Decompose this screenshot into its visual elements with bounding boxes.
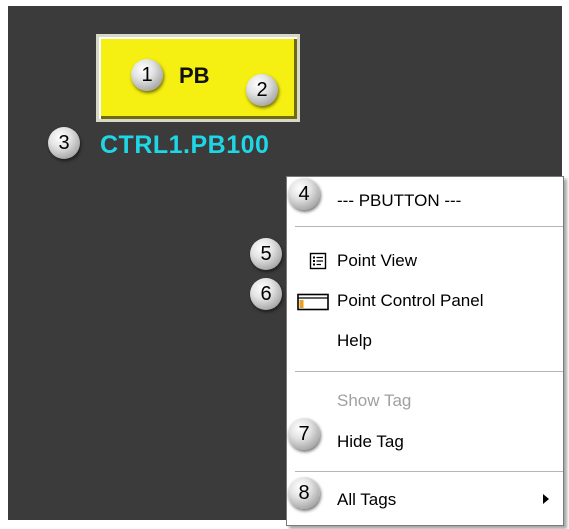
point-tag-label: CTRL1.PB100 [100,131,270,159]
callout-5: 5 [250,238,282,270]
callout-3: 3 [48,127,80,159]
callout-4: 4 [288,178,320,210]
callout-8: 8 [288,477,320,509]
menu-separator [295,371,563,373]
context-menu: --- PBUTTON --- Point View Point Control… [286,176,564,526]
menu-separator [295,226,563,228]
callout-2: 2 [246,74,278,106]
submenu-arrow-icon [543,494,549,504]
callout-1: 1 [131,59,163,91]
menu-separator [295,471,563,473]
menu-item-point-control-panel[interactable]: Point Control Panel [287,284,563,318]
pushbutton-label: PB [179,63,210,88]
menu-header-pbutton: --- PBUTTON --- [337,191,462,210]
menu-item-help[interactable]: Help [287,324,563,358]
point-view-icon [309,252,327,275]
menu-item-all-tags[interactable]: All Tags [287,483,563,517]
callout-6: 6 [250,278,282,310]
callout-7: 7 [288,418,320,450]
graphic-display-canvas: PB CTRL1.PB100 --- PBUTTON --- Point Vie… [8,6,564,526]
menu-item-point-view[interactable]: Point View [287,244,563,278]
menu-item-show-tag: Show Tag [337,391,412,410]
menu-item-hide-tag[interactable]: Hide Tag [287,425,563,459]
point-control-panel-icon [297,293,329,316]
